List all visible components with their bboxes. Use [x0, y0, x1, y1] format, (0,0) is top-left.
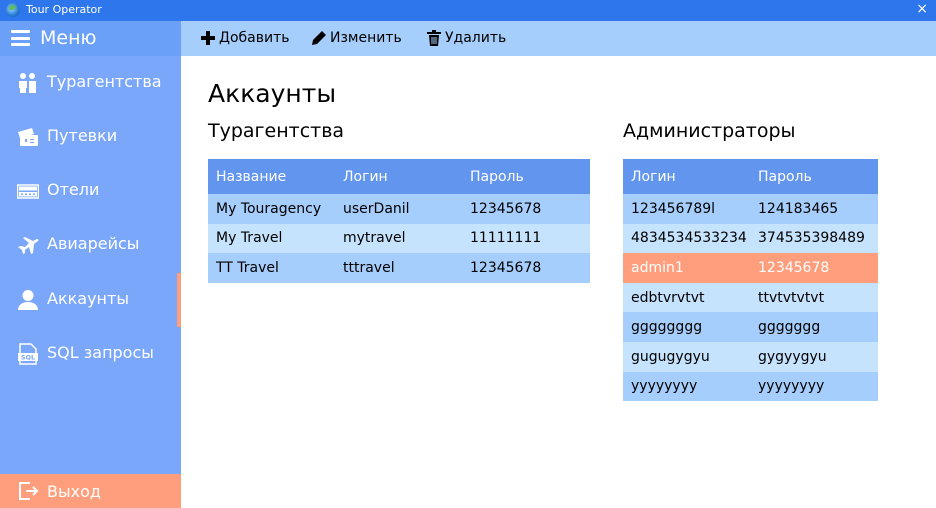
table-cell: ggggggg [750, 312, 878, 342]
table-header-row: Логин Пароль [623, 159, 878, 194]
table-cell: gygyygyu [750, 341, 878, 372]
delete-label: Удалить [445, 30, 507, 46]
table-cell: tttravel [335, 253, 462, 283]
logout-label: Выход [47, 482, 101, 501]
sidebar-item-label: Турагентства [47, 72, 162, 91]
table-row[interactable]: My Touragency userDanil 12345678 [208, 194, 590, 224]
table-cell: edbtvrvtvt [623, 282, 750, 313]
admins-section-title: Администраторы [623, 120, 796, 142]
table-cell: admin1 [623, 253, 750, 283]
table-cell: mytravel [335, 223, 462, 254]
table-row[interactable]: 123456789l 124183465 [623, 194, 878, 224]
table-row[interactable]: edbtvrvtvt ttvtvtvtvt [623, 282, 878, 313]
svg-text:SQL: SQL [21, 354, 35, 362]
globe-icon [6, 3, 20, 17]
table-cell: 11111111 [462, 223, 590, 254]
column-header[interactable]: Пароль [750, 159, 878, 194]
table-row[interactable]: gggggggg ggggggg [623, 312, 878, 342]
hamburger-icon [11, 30, 30, 46]
table-cell: yyyyyyyy [623, 371, 750, 402]
toolbar: Добавить Изменить Удалить [181, 21, 936, 56]
table-cell: 4834534533234 [623, 223, 750, 254]
table-cell: 12345678 [750, 253, 878, 283]
airplane-icon [18, 237, 39, 254]
menu-toggle[interactable]: Меню [0, 21, 181, 56]
agencies-table: Название Логин Пароль My Touragency userDan… [208, 159, 590, 283]
table-row[interactable]: 4834534533234 374535398489 [623, 223, 878, 254]
sidebar-item-label: Аккаунты [47, 289, 129, 308]
title-bar: Tour Operator × [0, 0, 936, 21]
table-cell: TT Travel [208, 253, 335, 283]
sidebar-item-sql[interactable]: SQL SQL запросы [0, 327, 181, 381]
column-header[interactable]: Логин [335, 159, 462, 194]
table-cell: ttvtvtvtvt [750, 282, 878, 313]
table-cell: 12345678 [462, 194, 590, 224]
close-button[interactable]: × [916, 1, 928, 17]
admins-table: Логин Пароль 123456789l 124183465 483453453… [623, 159, 878, 402]
table-cell: My Touragency [208, 194, 335, 224]
table-row[interactable]: My Travel mytravel 11111111 [208, 223, 590, 254]
sidebar-item-label: Авиарейсы [47, 234, 140, 253]
page-title: Аккаунты [208, 79, 337, 108]
table-cell: My Travel [208, 223, 335, 254]
table-cell: 374535398489 [750, 223, 878, 254]
hotel-icon [17, 184, 39, 199]
column-header[interactable]: Логин [623, 159, 750, 194]
table-cell: gugugygyu [623, 341, 750, 372]
table-cell: userDanil [335, 194, 462, 224]
table-cell: 124183465 [750, 194, 878, 224]
menu-label: Меню [40, 27, 97, 49]
tickets-icon [18, 128, 38, 146]
sql-file-icon: SQL [18, 343, 38, 365]
sidebar-item-label: Путевки [47, 126, 118, 145]
trash-icon [427, 30, 441, 46]
table-row[interactable]: admin1 12345678 [623, 253, 878, 283]
plus-icon [201, 31, 215, 45]
add-label: Добавить [219, 30, 290, 46]
edit-label: Изменить [330, 30, 402, 46]
sidebar-item-agencies[interactable]: Турагентства [0, 56, 181, 110]
column-header[interactable]: Название [208, 159, 335, 194]
sidebar-item-label: Отели [47, 180, 100, 199]
window-title: Tour Operator [26, 3, 102, 16]
table-row[interactable]: TT Travel tttravel 12345678 [208, 253, 590, 283]
sidebar: Меню Турагентства Путевки Отели Авиарейс… [0, 21, 181, 508]
table-header-row: Название Логин Пароль [208, 159, 590, 194]
sidebar-item-hotels[interactable]: Отели [0, 164, 181, 218]
logout-button[interactable]: Выход [0, 474, 181, 508]
pencil-icon [312, 31, 326, 45]
sidebar-item-flights[interactable]: Авиарейсы [0, 218, 181, 272]
table-row[interactable]: yyyyyyyy yyyyyyyy [623, 371, 878, 402]
sidebar-item-accounts[interactable]: Аккаунты [0, 273, 181, 327]
agencies-section-title: Турагентства [208, 120, 345, 142]
table-cell: yyyyyyyy [750, 371, 878, 402]
sidebar-item-label: SQL запросы [47, 343, 154, 362]
column-header[interactable]: Пароль [462, 159, 590, 194]
travel-agents-icon [19, 73, 36, 93]
table-cell: 12345678 [462, 253, 590, 283]
table-cell: 123456789l [623, 194, 750, 224]
user-icon [18, 290, 38, 310]
sidebar-item-tickets[interactable]: Путевки [0, 110, 181, 164]
table-row[interactable]: gugugygyu gygyygyu [623, 341, 878, 372]
table-cell: gggggggg [623, 312, 750, 342]
logout-icon [19, 482, 39, 500]
